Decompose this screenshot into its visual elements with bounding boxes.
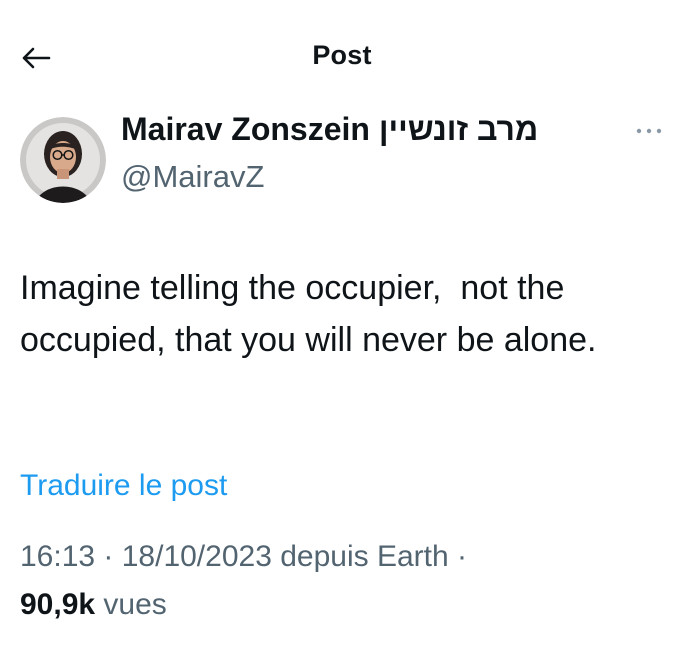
post-views: 90,9k vues bbox=[20, 588, 167, 622]
post-text: Imagine telling the occupier, not the oc… bbox=[20, 269, 597, 359]
views-count: 90,9k bbox=[20, 588, 96, 621]
author-display-name[interactable]: Mairav Zonszein מרב זונשיין bbox=[121, 111, 538, 148]
post-timestamp[interactable]: 16:13 · 18/10/2023 depuis Earth · bbox=[20, 540, 467, 574]
author-handle[interactable]: @MairavZ bbox=[121, 159, 264, 195]
avatar[interactable] bbox=[20, 117, 106, 203]
more-dots-icon bbox=[636, 128, 662, 134]
top-bar: Post bbox=[0, 0, 684, 112]
profile-photo bbox=[20, 117, 106, 203]
more-options-button[interactable] bbox=[634, 124, 664, 138]
page-title: Post bbox=[312, 40, 372, 70]
views-label: vues bbox=[103, 588, 167, 621]
translate-post-link[interactable]: Traduire le post bbox=[20, 469, 227, 503]
